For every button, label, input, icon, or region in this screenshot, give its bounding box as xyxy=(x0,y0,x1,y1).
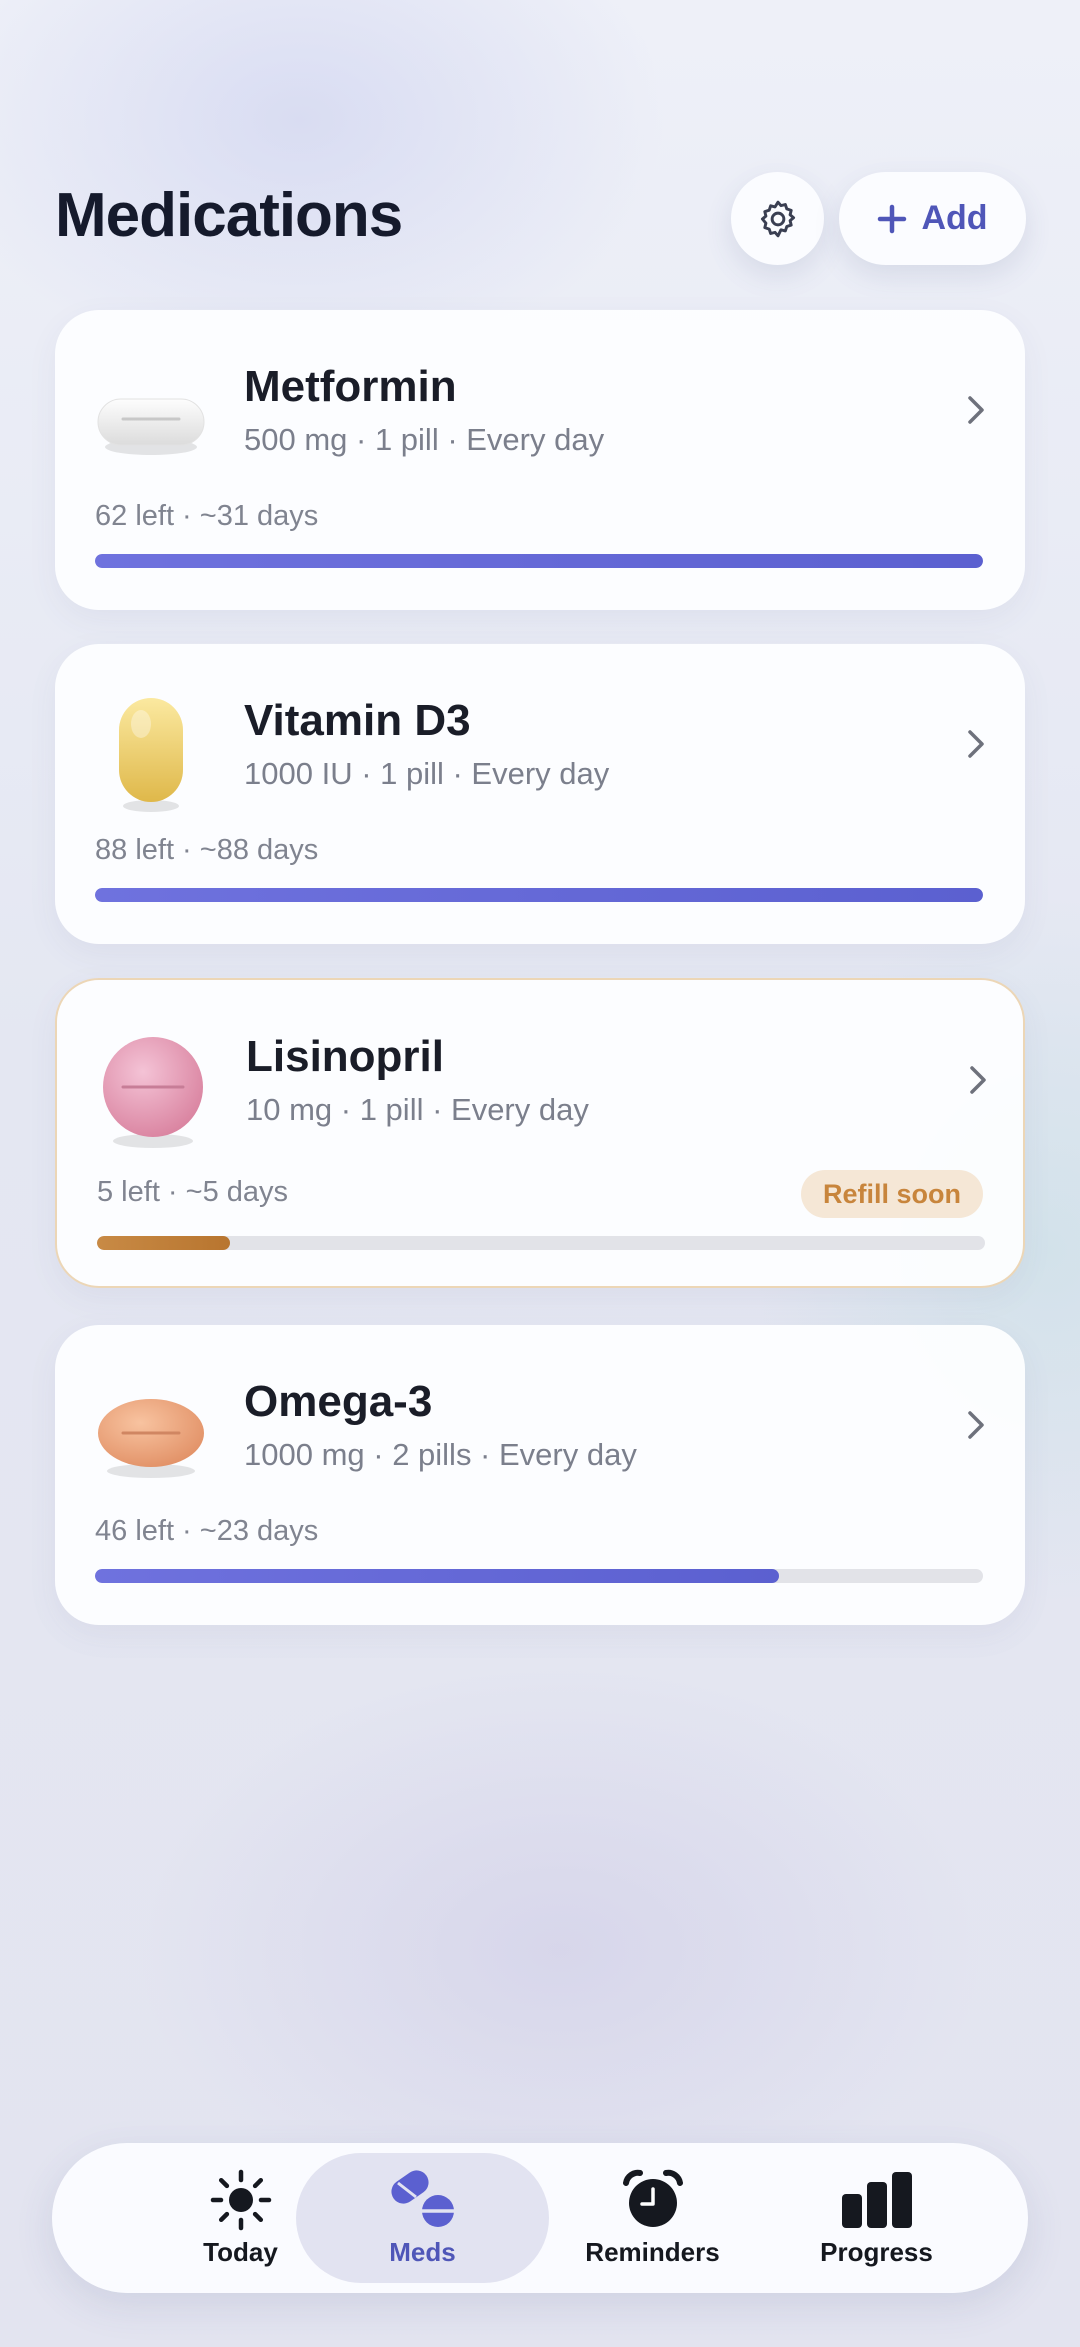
supply-progress-fill xyxy=(95,1569,779,1583)
tab-reminders[interactable]: Reminders xyxy=(526,2153,779,2283)
orange-oval-tablet-icon xyxy=(95,1380,207,1492)
page-title: Medications xyxy=(55,181,403,250)
medication-card-lisinopril[interactable]: Lisinopril 10 mg · 1 pill · Every day 5 … xyxy=(55,978,1025,1288)
supply-remaining: 5 left · ~5 days xyxy=(97,1176,289,1208)
supply-remaining: 46 left · ~23 days xyxy=(95,1515,319,1547)
medication-dosage: 500 mg · 1 pill · Every day xyxy=(244,422,605,457)
medication-dosage: 10 mg · 1 pill · Every day xyxy=(246,1092,589,1127)
medication-dosage: 1000 IU · 1 pill · Every day xyxy=(244,756,610,791)
settings-button[interactable] xyxy=(731,172,824,265)
medication-card-vitamin-d3[interactable]: Vitamin D3 1000 IU · 1 pill · Every day … xyxy=(55,644,1025,944)
supply-remaining: 62 left · ~31 days xyxy=(95,500,319,532)
supply-progress-bar xyxy=(95,554,983,568)
chevron-right-icon xyxy=(968,1411,984,1439)
chevron-right-icon xyxy=(968,730,984,758)
white-oval-tablet-icon xyxy=(95,365,207,477)
tab-label: Reminders xyxy=(585,2236,720,2267)
sun-icon xyxy=(210,2169,271,2230)
chevron-right-icon xyxy=(968,396,984,424)
pink-round-tablet-icon xyxy=(97,1035,209,1148)
medication-name: Vitamin D3 xyxy=(244,696,471,745)
medication-name: Lisinopril xyxy=(246,1032,444,1081)
tab-label: Meds xyxy=(389,2236,456,2267)
medication-dosage: 1000 mg · 2 pills · Every day xyxy=(244,1437,637,1472)
alarm-clock-icon xyxy=(622,2169,683,2227)
supply-progress-bar xyxy=(95,1569,983,1583)
add-button-label: Add xyxy=(921,199,988,237)
tab-label: Progress xyxy=(820,2236,933,2267)
bottom-tab-bar: Today Meds Reminders Progress xyxy=(52,2143,1028,2293)
supply-progress-bar xyxy=(95,888,983,902)
chevron-right-icon xyxy=(970,1066,986,1094)
medication-name: Omega-3 xyxy=(244,1377,433,1426)
medication-name: Metformin xyxy=(244,362,457,411)
gear-icon xyxy=(760,200,795,237)
supply-remaining: 88 left · ~88 days xyxy=(95,834,319,866)
supply-progress-bar xyxy=(97,1236,985,1250)
medication-card-omega-3[interactable]: Omega-3 1000 mg · 2 pills · Every day 46… xyxy=(55,1325,1025,1625)
plus-icon xyxy=(878,204,907,233)
pills-icon xyxy=(390,2169,455,2227)
add-medication-button[interactable]: Add xyxy=(839,172,1026,265)
supply-progress-fill xyxy=(95,554,983,568)
supply-progress-fill xyxy=(95,888,983,902)
tab-meds[interactable]: Meds xyxy=(296,2153,549,2283)
bar-chart-icon xyxy=(841,2171,912,2228)
yellow-capsule-icon xyxy=(95,698,207,812)
supply-progress-fill xyxy=(97,1236,231,1250)
tab-progress[interactable]: Progress xyxy=(750,2153,1003,2283)
medication-card-metformin[interactable]: Metformin 500 mg · 1 pill · Every day 62… xyxy=(55,310,1025,610)
tab-label: Today xyxy=(203,2236,278,2267)
refill-soon-badge: Refill soon xyxy=(801,1170,984,1218)
